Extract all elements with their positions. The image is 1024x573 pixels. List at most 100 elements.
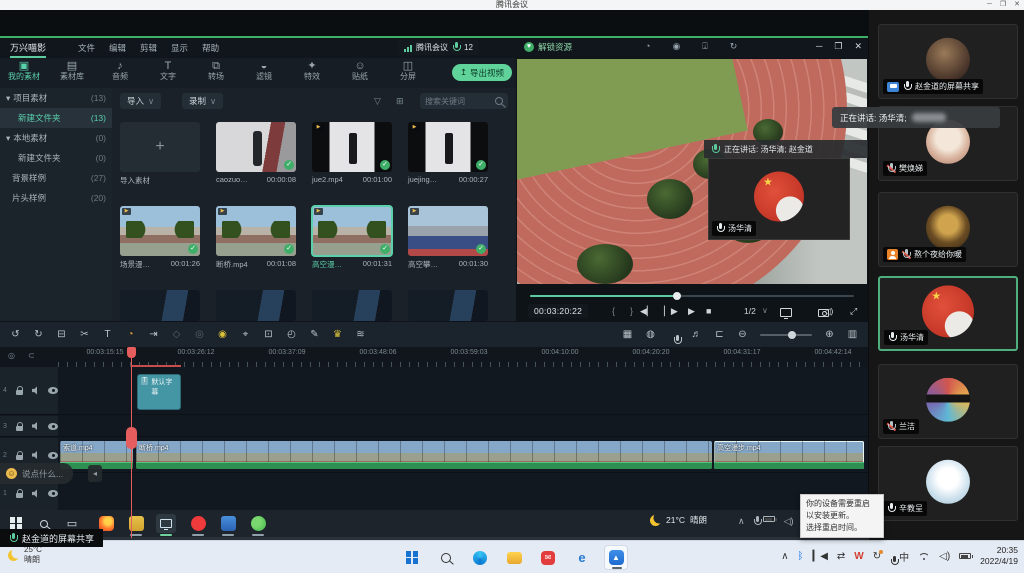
- tab-transition[interactable]: ⧉转场: [192, 58, 240, 88]
- lock-icon[interactable]: [16, 489, 24, 498]
- mask-icon[interactable]: ◍: [639, 329, 662, 340]
- participant-tile-speaking[interactable]: 汤华清: [878, 276, 1018, 351]
- import-button[interactable]: 导入∨: [120, 93, 161, 109]
- search-input[interactable]: 搜索关键词: [420, 93, 508, 109]
- pip-video-tile[interactable]: 汤华清: [708, 158, 850, 240]
- progress-knob[interactable]: [673, 292, 681, 300]
- maximize-icon[interactable]: ❐: [1000, 0, 1006, 10]
- playhead[interactable]: [131, 347, 132, 538]
- tray-chevron-icon[interactable]: ∧: [738, 516, 745, 527]
- menu-clip[interactable]: 剪辑: [140, 42, 157, 54]
- file-explorer-icon[interactable]: [502, 545, 526, 570]
- account-icon[interactable]: ◔: [645, 41, 650, 52]
- ie-icon[interactable]: e: [570, 545, 594, 570]
- media-item[interactable]: [312, 290, 398, 321]
- mute-track-icon[interactable]: [32, 451, 41, 460]
- chat-collapse-button[interactable]: ◂: [88, 465, 102, 482]
- media-item[interactable]: ▶✓ 场景漫…00:01:26: [120, 206, 206, 270]
- meeting-app-icon[interactable]: [156, 514, 176, 533]
- ime-indicator[interactable]: 中: [899, 549, 909, 564]
- tray-chevron-icon[interactable]: ∧: [781, 551, 788, 562]
- restart-update-tooltip[interactable]: 你的设备需要重启 以安装更新。 选择重启时间。: [800, 494, 884, 538]
- tab-my-media[interactable]: ▣我的素材: [0, 58, 48, 88]
- speed-ramp-icon[interactable]: ⇥: [142, 329, 165, 340]
- tree-item-project-media[interactable]: ▾项目素材(13): [0, 88, 112, 108]
- media-item[interactable]: ✓ caozuo…00:00:08: [216, 122, 302, 184]
- prev-frame-button[interactable]: ◀▏: [640, 306, 654, 317]
- app-logo[interactable]: 万兴喵影: [10, 41, 46, 58]
- tree-item-background-samples[interactable]: 背景样例(27): [0, 168, 112, 188]
- visibility-icon[interactable]: [48, 423, 58, 430]
- visibility-icon[interactable]: [48, 490, 58, 497]
- tab-text[interactable]: T文字: [144, 58, 192, 88]
- participant-tile[interactable]: 兰洁: [878, 364, 1018, 439]
- playhead-handle[interactable]: [126, 427, 137, 449]
- media-item-import[interactable]: + 导入素材: [120, 122, 206, 186]
- media-item[interactable]: ▶✓ juejing…00:00:27: [408, 122, 494, 184]
- quick-text-icon[interactable]: T: [96, 329, 119, 340]
- media-item[interactable]: [216, 290, 302, 321]
- next-frame-button[interactable]: ▏▶: [664, 306, 678, 317]
- bluetooth-icon[interactable]: ᛒ: [798, 551, 804, 562]
- track-manager-icon[interactable]: ▥: [841, 329, 864, 340]
- menu-edit[interactable]: 编辑: [109, 42, 126, 54]
- keyframe-icon[interactable]: ◇: [165, 329, 188, 340]
- speed-icon[interactable]: ◴: [280, 329, 303, 340]
- meeting-chat-input[interactable]: ☺ 说点什么...: [0, 463, 73, 484]
- subtitle-clip[interactable]: T默认字幕: [137, 374, 181, 410]
- volume-icon[interactable]: ◁): [824, 306, 833, 317]
- lock-icon[interactable]: [16, 386, 24, 395]
- unlock-resources-button[interactable]: ♥ 解锁资源: [524, 41, 572, 53]
- blue-app-icon[interactable]: [218, 514, 238, 533]
- start-button[interactable]: [400, 545, 424, 570]
- delete-icon[interactable]: ⊟: [50, 329, 73, 340]
- visibility-icon[interactable]: [48, 452, 58, 459]
- tab-stickers[interactable]: ☺贴纸: [336, 58, 384, 88]
- zoom-level-select[interactable]: 1/2: [744, 306, 756, 316]
- red-app-icon[interactable]: [188, 514, 208, 533]
- wifi-icon[interactable]: [918, 552, 930, 561]
- menu-view[interactable]: 显示: [171, 42, 188, 54]
- link-icon[interactable]: ⊂: [28, 351, 35, 360]
- grid-view-icon[interactable]: ⊞: [396, 96, 404, 107]
- render-preview-icon[interactable]: ▦: [616, 329, 639, 340]
- help-icon[interactable]: ◉: [672, 41, 680, 52]
- media-key-icon[interactable]: ▎◀: [813, 551, 828, 562]
- filter-icon[interactable]: ▽: [374, 96, 381, 107]
- file-explorer-icon[interactable]: [126, 514, 146, 533]
- stop-button[interactable]: ■: [706, 306, 711, 316]
- clock[interactable]: 20:35 2022/4/19: [980, 545, 1018, 567]
- participant-tile[interactable]: 赵金道的屏幕共享: [878, 24, 1018, 99]
- fullscreen-icon[interactable]: ⤢: [850, 306, 857, 317]
- wechat-icon[interactable]: [248, 514, 268, 533]
- tree-item-local-media[interactable]: ▾本地素材(0): [0, 128, 112, 148]
- meeting-app-icon[interactable]: ▲: [604, 545, 628, 570]
- tree-item-new-folder-2[interactable]: 新建文件夹(0): [0, 148, 112, 168]
- adjust-icon[interactable]: ≋: [349, 329, 372, 340]
- close-icon[interactable]: ✕: [1014, 0, 1020, 10]
- meeting-indicator-pill[interactable]: 腾讯会议 12: [398, 40, 479, 55]
- redo-icon[interactable]: ↻: [27, 329, 50, 340]
- tab-stock-media[interactable]: ▤素材库: [48, 58, 96, 88]
- timeline-zoom-slider[interactable]: [760, 334, 812, 336]
- media-item[interactable]: ▶✓ jue2.mp400:01:00: [312, 122, 398, 184]
- tree-item-intro-samples[interactable]: 片头样例(20): [0, 188, 112, 208]
- settings-sliders-icon[interactable]: ⇄: [837, 551, 845, 562]
- pen-icon[interactable]: ✎: [303, 329, 326, 340]
- media-item-selected[interactable]: ▶✓ 高空漫…00:01:31: [312, 206, 398, 270]
- chevron-down-icon[interactable]: ∨: [762, 306, 768, 315]
- record-button[interactable]: 录制∨: [182, 93, 223, 109]
- menu-help[interactable]: 帮助: [202, 42, 219, 54]
- battery-icon[interactable]: [959, 553, 971, 559]
- emoji-icon[interactable]: ☺: [6, 468, 17, 479]
- lock-icon[interactable]: [16, 422, 24, 431]
- zoom-in-icon[interactable]: ⊕: [818, 329, 841, 340]
- editor-minimize-icon[interactable]: ─: [816, 41, 822, 52]
- lock-icon[interactable]: [16, 451, 24, 460]
- import-media-tile[interactable]: +: [120, 122, 200, 172]
- undo-icon[interactable]: ↺: [4, 329, 27, 340]
- taskbar-search-icon[interactable]: [434, 545, 458, 570]
- video-clip[interactable]: 断桥.mp4: [136, 441, 712, 469]
- premium-crown-icon[interactable]: ♛: [326, 329, 349, 340]
- playhead-flag[interactable]: [127, 347, 136, 358]
